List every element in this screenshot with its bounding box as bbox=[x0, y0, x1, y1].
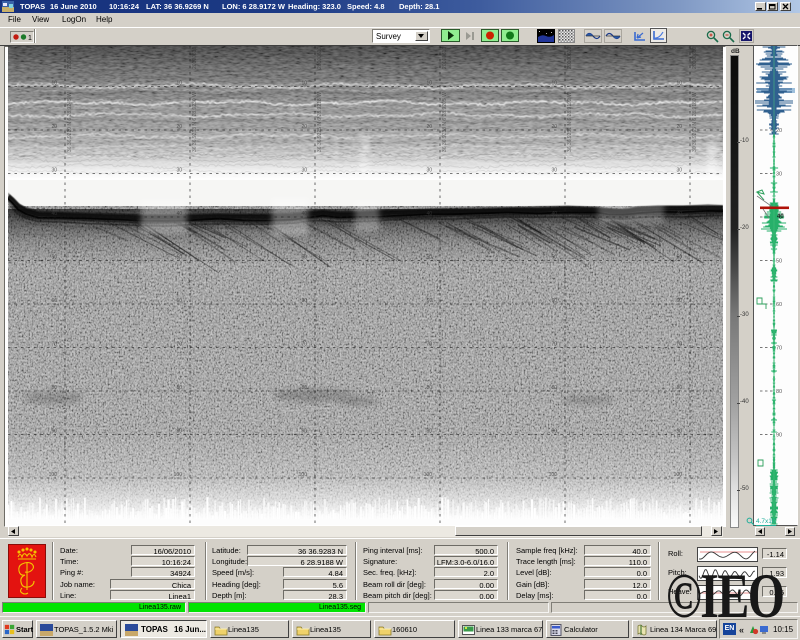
svg-text:36 36.9251 N 6 28.9192 W: 36 36.9251 N 6 28.9192 W bbox=[567, 92, 573, 152]
svg-text:10: 10 bbox=[676, 81, 682, 87]
svg-text:60: 60 bbox=[426, 298, 432, 304]
svg-text:70: 70 bbox=[776, 346, 782, 352]
svg-text:60: 60 bbox=[551, 298, 557, 304]
svg-text:70: 70 bbox=[176, 342, 182, 348]
svg-text:20: 20 bbox=[426, 124, 432, 130]
svg-text:40: 40 bbox=[426, 211, 432, 217]
svg-text:90: 90 bbox=[426, 429, 432, 435]
svg-text:50: 50 bbox=[51, 255, 57, 261]
svg-text:70: 70 bbox=[676, 342, 682, 348]
svg-text:10: 10 bbox=[551, 81, 557, 87]
svg-text:80: 80 bbox=[551, 385, 557, 391]
svg-text:80: 80 bbox=[51, 385, 57, 391]
svg-text:50: 50 bbox=[176, 255, 182, 261]
svg-text:20100610: 20100610 bbox=[317, 47, 323, 69]
svg-text:90: 90 bbox=[776, 433, 782, 439]
svg-text:40: 40 bbox=[301, 211, 307, 217]
svg-text:20: 20 bbox=[676, 124, 682, 130]
svg-text:20: 20 bbox=[51, 124, 57, 130]
svg-text:50: 50 bbox=[301, 255, 307, 261]
svg-text:20: 20 bbox=[301, 124, 307, 130]
svg-text:70: 70 bbox=[301, 342, 307, 348]
svg-text:90: 90 bbox=[51, 429, 57, 435]
svg-text:50: 50 bbox=[551, 255, 557, 261]
svg-text:60: 60 bbox=[176, 298, 182, 304]
svg-text:20100610: 20100610 bbox=[67, 47, 73, 69]
svg-text:40: 40 bbox=[551, 211, 557, 217]
svg-text:100: 100 bbox=[549, 472, 558, 478]
svg-text:36 36.9210 N 6 28.9245 W: 36 36.9210 N 6 28.9245 W bbox=[67, 92, 73, 152]
svg-text:60: 60 bbox=[676, 298, 682, 304]
svg-text:80: 80 bbox=[776, 389, 782, 395]
svg-text:30: 30 bbox=[676, 168, 682, 174]
svg-text:20100610: 20100610 bbox=[192, 47, 198, 69]
svg-text:50: 50 bbox=[676, 255, 682, 261]
svg-text:60: 60 bbox=[301, 298, 307, 304]
svg-text:70: 70 bbox=[551, 342, 557, 348]
svg-text:100: 100 bbox=[49, 472, 58, 478]
svg-text:1: 1 bbox=[28, 35, 32, 42]
svg-text:40: 40 bbox=[176, 211, 182, 217]
svg-text:80: 80 bbox=[301, 385, 307, 391]
svg-text:80: 80 bbox=[676, 385, 682, 391]
svg-text:90: 90 bbox=[551, 429, 557, 435]
svg-text:30: 30 bbox=[551, 168, 557, 174]
svg-text:20100610: 20100610 bbox=[567, 47, 573, 69]
svg-text:40: 40 bbox=[676, 211, 682, 217]
svg-text:60: 60 bbox=[776, 302, 782, 308]
svg-text:20: 20 bbox=[551, 124, 557, 130]
svg-text:36 36.9238 N 6 28.9205 W: 36 36.9238 N 6 28.9205 W bbox=[442, 92, 448, 152]
svg-text:20: 20 bbox=[776, 128, 782, 134]
svg-text:30: 30 bbox=[426, 168, 432, 174]
svg-text:100: 100 bbox=[299, 472, 308, 478]
svg-text:90: 90 bbox=[676, 429, 682, 435]
svg-text:90: 90 bbox=[301, 429, 307, 435]
svg-text:10: 10 bbox=[176, 81, 182, 87]
svg-text:60: 60 bbox=[51, 298, 57, 304]
svg-text:20: 20 bbox=[176, 124, 182, 130]
svg-text:40: 40 bbox=[777, 214, 784, 220]
svg-text:10: 10 bbox=[301, 81, 307, 87]
svg-text:20100610: 20100610 bbox=[692, 47, 698, 69]
svg-text:10: 10 bbox=[51, 81, 57, 87]
svg-text:70: 70 bbox=[426, 342, 432, 348]
svg-text:70: 70 bbox=[51, 342, 57, 348]
svg-text:50: 50 bbox=[426, 255, 432, 261]
svg-text:10: 10 bbox=[426, 81, 432, 87]
svg-text:40: 40 bbox=[51, 211, 57, 217]
svg-text:30: 30 bbox=[301, 168, 307, 174]
svg-text:100: 100 bbox=[174, 472, 183, 478]
svg-text:30: 30 bbox=[176, 168, 182, 174]
svg-text:100: 100 bbox=[424, 472, 433, 478]
svg-text:50: 50 bbox=[776, 259, 782, 265]
svg-text:30: 30 bbox=[776, 172, 782, 178]
svg-text:36 36.9265 N 6 28.9180 W: 36 36.9265 N 6 28.9180 W bbox=[692, 92, 698, 152]
svg-text:100: 100 bbox=[674, 472, 683, 478]
svg-text:36 36.9213 N 6 28.9230 W: 36 36.9213 N 6 28.9230 W bbox=[192, 92, 198, 152]
svg-text:36 36.9225 N 6 28.9218 W: 36 36.9225 N 6 28.9218 W bbox=[317, 92, 323, 152]
svg-text:20100610: 20100610 bbox=[442, 47, 448, 69]
svg-text:90: 90 bbox=[176, 429, 182, 435]
svg-text:30: 30 bbox=[51, 168, 57, 174]
svg-text:80: 80 bbox=[426, 385, 432, 391]
svg-text:80: 80 bbox=[176, 385, 182, 391]
